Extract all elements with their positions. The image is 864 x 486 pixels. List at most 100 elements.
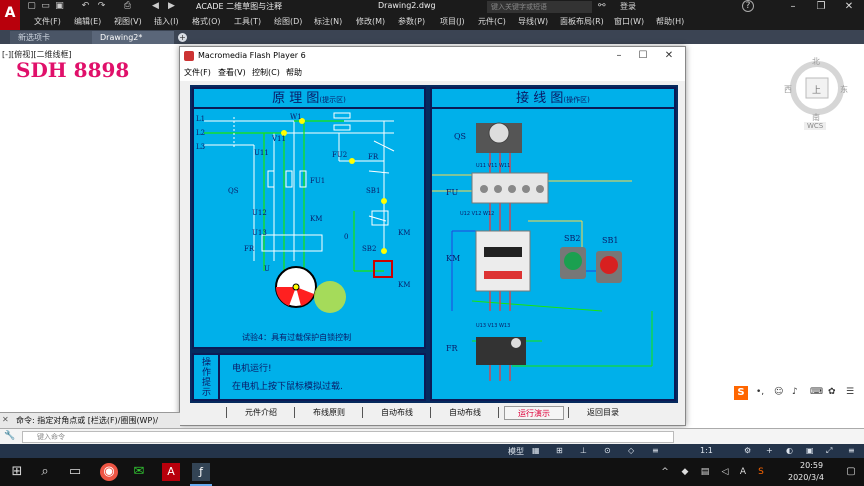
menu-panel-layout[interactable]: 面板布局(R) — [560, 16, 604, 27]
viewcube-top-face[interactable]: 上 — [812, 83, 821, 96]
osnap-icon[interactable]: ◇ — [628, 446, 634, 455]
new-tab-icon[interactable]: + — [178, 33, 187, 42]
grid-icon[interactable]: ▦ — [532, 446, 540, 455]
task-view-icon[interactable]: ▭ — [66, 463, 84, 481]
menu-file[interactable]: 文件(F) — [34, 16, 61, 27]
flash-task-icon[interactable]: ƒ — [192, 463, 210, 481]
save-icon[interactable]: ▣ — [54, 1, 65, 12]
wcs-menu[interactable]: WCS — [804, 122, 827, 130]
tray-app-icon[interactable]: ◆ — [676, 463, 694, 481]
flash-menu-view[interactable]: 查看(V) — [218, 67, 246, 78]
minimize-icon[interactable]: – — [780, 0, 806, 14]
model-tab[interactable]: 模型 — [508, 446, 524, 457]
lineweight-icon[interactable]: ≡ — [652, 446, 659, 455]
run-demo-button[interactable]: 运行演示 — [504, 406, 564, 420]
chrome-icon[interactable]: ◉ — [100, 463, 118, 481]
menu-window[interactable]: 窗口(W) — [614, 16, 644, 27]
flash-app-icon — [184, 51, 194, 61]
polar-icon[interactable]: ⊙ — [604, 446, 611, 455]
ime-emoji-icon[interactable]: ☺ — [774, 387, 783, 397]
wechat-icon[interactable]: ✉ — [130, 463, 148, 481]
wlabel-FR: FR — [446, 344, 459, 353]
new-icon[interactable]: ▢ — [26, 1, 37, 12]
snap-icon[interactable]: ⊞ — [556, 446, 563, 455]
search-icon[interactable]: ⌕ — [36, 463, 54, 481]
close-command-icon[interactable]: ✕ — [2, 415, 9, 424]
clock-time[interactable]: 20:59 — [800, 461, 823, 470]
workspace-selector[interactable]: ACADE 二维草图与注释 — [196, 1, 282, 12]
tray-chevron-icon[interactable]: ^ — [656, 463, 674, 481]
autocad-task-icon[interactable]: A — [162, 463, 180, 481]
ime-mic-icon[interactable]: ♪ — [792, 387, 798, 397]
print-icon[interactable]: ⎙ — [122, 1, 133, 12]
restore-icon[interactable]: ❐ — [808, 0, 834, 14]
clock-date[interactable]: 2020/3/4 — [788, 473, 824, 482]
flash-menu-help[interactable]: 帮助 — [286, 67, 302, 78]
viewcube[interactable]: 北 东 西 南 上 WCS — [784, 54, 850, 130]
auto-wiring-button[interactable]: 自动布线 — [436, 406, 494, 420]
tab-start[interactable]: 新选项卡 — [10, 31, 92, 44]
autocad-logo[interactable]: A — [0, 0, 20, 30]
hardware-icon[interactable]: ▣ — [806, 446, 814, 455]
plus-icon[interactable]: + — [766, 446, 773, 455]
menu-edit[interactable]: 编辑(E) — [74, 16, 101, 27]
sogou-tray-icon[interactable]: S — [752, 463, 770, 481]
ime-toolbar[interactable]: S •, ☺ ♪ ⌨ ✿ ☰ — [734, 386, 864, 402]
menu-view[interactable]: 视图(V) — [114, 16, 142, 27]
undo-icon[interactable]: ↶ — [80, 1, 91, 12]
menu-components[interactable]: 元件(C) — [478, 16, 506, 27]
windows-start-icon[interactable]: ⊞ — [8, 463, 26, 481]
menu-insert[interactable]: 插入(I) — [154, 16, 179, 27]
menu-wires[interactable]: 导线(W) — [518, 16, 548, 27]
network-icon[interactable]: ▤ — [696, 463, 714, 481]
annotation-scale[interactable]: 1:1 — [700, 446, 713, 455]
search-input[interactable]: 键入关键字或短语 — [487, 1, 592, 13]
menu-help[interactable]: 帮助(H) — [656, 16, 684, 27]
ime-menu-icon[interactable]: ☰ — [846, 387, 854, 397]
flash-minimize-icon[interactable]: – — [608, 49, 630, 63]
wiring-principle-button[interactable]: 布线原则 — [300, 406, 358, 420]
label-L2: L2 — [196, 129, 205, 137]
redo-icon[interactable]: ↷ — [96, 1, 107, 12]
menu-parameters[interactable]: 参数(P) — [398, 16, 425, 27]
manual-wiring-button[interactable]: 自动布线 — [368, 406, 426, 420]
flash-menu-control[interactable]: 控制(C) — [252, 67, 280, 78]
notification-icon[interactable]: ▢ — [842, 463, 860, 481]
flash-maximize-icon[interactable]: ☐ — [632, 49, 654, 63]
menu-draw[interactable]: 绘图(D) — [274, 16, 302, 27]
flash-close-icon[interactable]: ✕ — [658, 49, 680, 63]
ime-skin-icon[interactable]: ✿ — [828, 387, 836, 397]
menu-tools[interactable]: 工具(T) — [234, 16, 261, 27]
ortho-icon[interactable]: ⊥ — [580, 446, 587, 455]
ime-indicator[interactable]: A — [734, 463, 752, 481]
flash-menu-file[interactable]: 文件(F) — [184, 67, 211, 78]
menu-dimension[interactable]: 标注(N) — [314, 16, 342, 27]
open-icon[interactable]: ▭ — [40, 1, 51, 12]
component-intro-button[interactable]: 元件介绍 — [232, 406, 290, 420]
wiring-diagram[interactable]: QS FU KM FR SB2 SB1 U11 V11 W11 U12 V12 … — [432, 111, 674, 401]
ime-keyboard-icon[interactable]: ⌨ — [810, 387, 823, 397]
menu-modify[interactable]: 修改(M) — [356, 16, 385, 27]
volume-icon[interactable]: ◁ — [716, 463, 734, 481]
ime-punct-icon[interactable]: •, — [756, 387, 764, 397]
separator — [226, 407, 227, 418]
status-bar: 模型 ▦ ⊞ ⊥ ⊙ ◇ ≡ 1:1 ⚙ + ◐ ▣ ⤢ ≡ — [0, 444, 864, 458]
command-input[interactable]: 键入命令 — [22, 431, 674, 443]
close-icon[interactable]: ✕ — [836, 0, 862, 14]
separator — [362, 407, 363, 418]
isolate-icon[interactable]: ◐ — [786, 446, 793, 455]
binoculars-icon[interactable]: ⚯ — [598, 1, 606, 11]
menu-project[interactable]: 项目(J) — [440, 16, 465, 27]
menu-format[interactable]: 格式(O) — [192, 16, 221, 27]
customize-icon[interactable]: ≡ — [848, 446, 855, 455]
settings-icon[interactable]: ⚙ — [744, 446, 751, 455]
login-button[interactable]: 登录 — [620, 1, 636, 12]
help-icon[interactable]: ? — [742, 0, 754, 12]
return-menu-button[interactable]: 返回目录 — [574, 406, 632, 420]
fullscreen-icon[interactable]: ⤢ — [826, 446, 832, 456]
back-icon[interactable]: ◀ — [150, 1, 161, 12]
tab-drawing2[interactable]: Drawing2* — [92, 31, 174, 44]
forward-icon[interactable]: ▶ — [166, 1, 177, 12]
wrench-icon[interactable]: 🔧 — [4, 431, 15, 441]
schematic-title-text: 原 理 图 — [272, 91, 320, 106]
